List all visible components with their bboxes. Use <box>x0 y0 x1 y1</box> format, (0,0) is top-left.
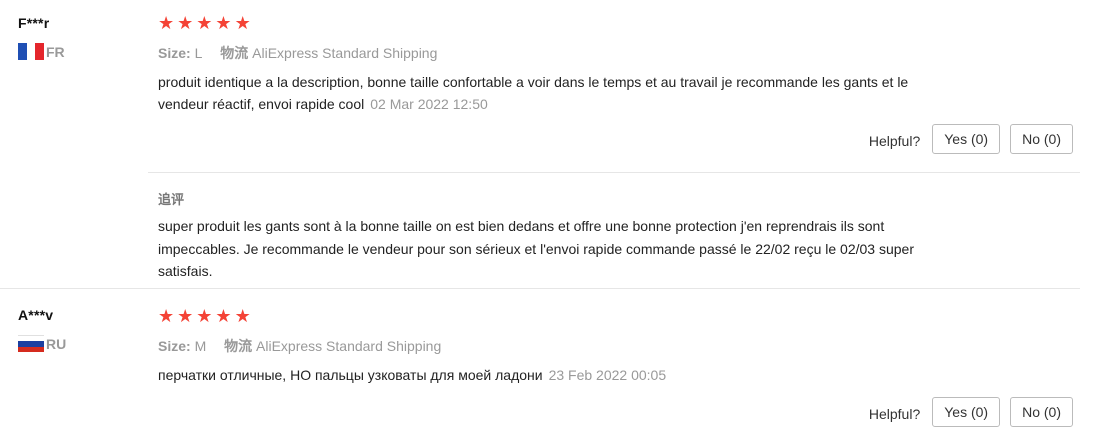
review-date: 02 Mar 2022 12:50 <box>370 96 488 112</box>
helpful-no-button[interactable]: No (0) <box>1010 124 1073 154</box>
reviewer-country: RU <box>18 335 66 352</box>
shipping-value: AliExpress Standard Shipping <box>252 45 438 61</box>
russia-flag-icon <box>18 335 44 352</box>
divider <box>148 172 1080 173</box>
size-value: L <box>194 45 203 61</box>
star-icon: ★ <box>196 306 213 326</box>
append-review: super produit les gants sont à la bonne … <box>158 215 1078 283</box>
reviewer-name: F***r <box>18 15 50 31</box>
reviewer-name: A***v <box>18 307 54 323</box>
star-icon: ★ <box>177 306 194 326</box>
helpful-label: Helpful? <box>868 406 921 422</box>
star-icon: ★ <box>234 306 251 326</box>
review-text: produit identique a la description, bonn… <box>158 71 958 115</box>
size-value: M <box>194 338 207 354</box>
reviewer-2: A***v RU <box>18 307 66 352</box>
review-2: ★ ★ ★ ★ ★ Size: M 物流 AliExpress Standard… <box>158 307 1078 386</box>
shipping-label: 物流 <box>220 45 249 61</box>
append-review-title: 追评 <box>158 192 185 207</box>
star-icon: ★ <box>234 13 251 33</box>
review-1: ★ ★ ★ ★ ★ Size: L 物流 AliExpress Standard… <box>158 14 1078 115</box>
star-icon: ★ <box>158 306 175 326</box>
france-flag-icon <box>18 43 44 60</box>
star-rating: ★ ★ ★ ★ ★ <box>158 307 1078 325</box>
review-meta: Size: L 物流 AliExpress Standard Shipping <box>158 43 1078 63</box>
review-body: перчатки отличные, НО пальцы узковаты дл… <box>158 367 543 383</box>
append-review-text: super produit les gants sont à la bonne … <box>158 218 914 279</box>
helpful-controls-1: Helpful? Yes (0) No (0) <box>869 124 1073 154</box>
helpful-label: Helpful? <box>868 133 921 149</box>
helpful-controls-2: Helpful? Yes (0) No (0) <box>869 397 1073 427</box>
review-meta: Size: M 物流 AliExpress Standard Shipping <box>158 336 1078 356</box>
review-date: 23 Feb 2022 00:05 <box>548 367 667 383</box>
size-label: Size: <box>158 338 191 354</box>
star-icon: ★ <box>196 13 213 33</box>
shipping-value: AliExpress Standard Shipping <box>256 338 442 354</box>
country-code: FR <box>46 43 65 60</box>
star-rating: ★ ★ ★ ★ ★ <box>158 14 1078 32</box>
star-icon: ★ <box>177 13 194 33</box>
size-label: Size: <box>158 45 191 61</box>
review-body: produit identique a la description, bonn… <box>158 74 909 112</box>
reviewer-1: F***r FR <box>18 15 65 60</box>
helpful-yes-button[interactable]: Yes (0) <box>932 124 1001 154</box>
helpful-no-button[interactable]: No (0) <box>1010 397 1073 427</box>
star-icon: ★ <box>215 306 232 326</box>
reviewer-country: FR <box>18 43 65 60</box>
helpful-yes-button[interactable]: Yes (0) <box>932 397 1001 427</box>
divider <box>0 288 1080 289</box>
star-icon: ★ <box>215 13 232 33</box>
country-code: RU <box>46 335 67 352</box>
shipping-label: 物流 <box>224 338 253 354</box>
star-icon: ★ <box>158 13 175 33</box>
review-text: перчатки отличные, НО пальцы узковаты дл… <box>158 364 958 386</box>
